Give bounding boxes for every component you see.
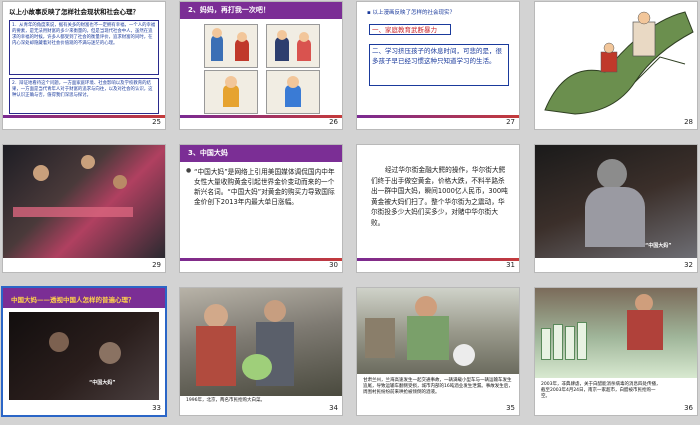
footer-bar: [357, 115, 519, 118]
slide-title: 2、妈妈，再打我一次吧！: [180, 2, 342, 19]
photo-caption: 2003年，非典肆虐，关于白醋能消杀病毒的消息四处传播，截至2003年4月24日…: [541, 382, 661, 399]
footer-bar: [180, 115, 342, 118]
bullet-icon: ▪: [367, 10, 371, 16]
slide-thumbnail-30[interactable]: 3、中国大妈 ● “中国大妈”是网络上引用美国媒体调侃国内中年女性大量收购黄金引…: [179, 144, 343, 273]
slide-thumbnail-29[interactable]: 29: [2, 144, 166, 273]
answer-text: 二、学习挤压孩子的休息时间，可悲的是，很多孩子早已经习惯这种只知道学习的生活。: [372, 47, 502, 65]
slide-number: 34: [329, 404, 338, 412]
crowd-photo: [3, 145, 165, 258]
slide-thumbnail-25[interactable]: 以上小故事反映了怎样社会现状和社会心理？ 1．从青年的角度来说，据有关多的财富也…: [2, 1, 166, 130]
slide-thumbnail-36[interactable]: 2003年，非典肆虐，关于白醋能消杀病毒的消息四处传播，截至2003年4月24日…: [534, 287, 698, 416]
slide-number: 36: [684, 404, 693, 412]
slide-number: 27: [506, 118, 515, 126]
slide-number: 33: [152, 404, 161, 412]
paragraph: “中国大妈”是网络上引用美国媒体调侃国内中年女性大量收购黄金引起世界金价变动而来…: [194, 168, 335, 206]
cartoon-panel-2: [266, 24, 320, 68]
slide-number: 29: [152, 261, 161, 269]
slide-title: 3、中国大妈: [180, 145, 342, 162]
paragraph: 1．从青年的角度来说，据有关多的财富也不一定拥有幸福，一个人的幸福的要素，是无法…: [12, 23, 156, 46]
cartoon-panel-3: [204, 70, 258, 114]
body-text: ● “中国大妈”是网络上引用美国媒体调侃国内中年女性大量收购黄金引起世界金价变动…: [186, 167, 336, 207]
market-photo: [180, 288, 342, 396]
bullet-icon: ●: [186, 167, 192, 174]
slide-title: 中国大妈——透视中国人怎样的普遍心理？: [11, 296, 135, 304]
slide-thumbnail-28[interactable]: 28: [534, 1, 698, 130]
paragraph: 经过华尔街金融大鳄的操作，华尔街大鳄们终于出手做空黄金，价格大跌，不料半路杀出一…: [371, 166, 508, 227]
slide-number: 31: [506, 261, 515, 269]
slide-title: 以上小故事反映了怎样社会现状和社会心理？: [9, 8, 139, 16]
photo-caption: 甘肃兰州，兰海高速发生一起交通事故，一辆满载小型车与一辆运输车发生追尾，导致运输…: [363, 378, 513, 395]
slide-number: 32: [684, 261, 693, 269]
cartoon-panel-4: [266, 70, 320, 114]
slide-number: 30: [329, 261, 338, 269]
footer-bar: [180, 258, 342, 261]
text-box: 1．从青年的角度来说，据有关多的财富也不一定拥有幸福，一个人的幸福的要素，是无法…: [9, 20, 159, 75]
question-text: ▪ 以上漫画反映了怎样的社会现实？: [367, 8, 455, 16]
slide-thumbnail-33[interactable]: 中国大妈——透视中国人怎样的普遍心理？ “中国大妈” 33: [1, 286, 167, 417]
footer-bar: [357, 258, 519, 261]
slide-thumbnail-27[interactable]: ▪ 以上漫画反映了怎样的社会现实？ 一、家庭教育武断暴力 二、学习挤压孩子的休息…: [356, 1, 520, 130]
photo-label: “中国大妈”: [645, 243, 672, 249]
slide-number: 25: [152, 118, 161, 126]
cartoon-panel-1: [204, 24, 258, 68]
text-box: 2．辩证地看待这个问题，一方面家庭环境、社会影响以及学校教育的结果，一方面是当代…: [9, 78, 159, 114]
supermarket-photo: [535, 288, 697, 378]
slide-number: 26: [329, 118, 338, 126]
woman-photo: [535, 145, 697, 258]
answer-box-2: 二、学习挤压孩子的休息时间，可悲的是，很多孩子早已经习惯这种只知道学习的生活。: [369, 44, 509, 86]
photo-caption: 1996年，北京，两名市民抢购大白菜。: [186, 398, 265, 403]
photo-label: “中国大妈”: [89, 380, 116, 386]
slide-number: 28: [684, 118, 693, 126]
slide-thumbnail-32[interactable]: “中国大妈” 32: [534, 144, 698, 273]
footer-bar: [3, 115, 165, 118]
slide-thumbnail-26[interactable]: 2、妈妈，再打我一次吧！ 26: [179, 1, 343, 130]
slide-number: 35: [506, 404, 515, 412]
answer-box-1: 一、家庭教育武断暴力: [369, 24, 451, 35]
slide-thumbnail-35[interactable]: 甘肃兰州，兰海高速发生一起交通事故，一辆满载小型车与一辆运输车发生追尾，导致运输…: [356, 287, 520, 416]
answer-text: 一、家庭教育武断暴力: [372, 26, 437, 34]
roadside-photo: [357, 288, 519, 374]
slide-thumbnail-31[interactable]: 经过华尔街金融大鳄的操作，华尔街大鳄们终于出手做空黄金，价格大跌，不料半路杀出一…: [356, 144, 520, 273]
crocodile-cartoon: [535, 2, 697, 129]
question-label: 以上漫画反映了怎样的社会现实？: [372, 10, 455, 16]
paragraph: 2．辩证地看待这个问题，一方面家庭环境、社会影响以及学校教育的结果，一方面是当代…: [12, 81, 153, 98]
slide-thumbnail-34[interactable]: 1996年，北京，两名市民抢购大白菜。 34: [179, 287, 343, 416]
crowd-photo: [9, 312, 159, 400]
